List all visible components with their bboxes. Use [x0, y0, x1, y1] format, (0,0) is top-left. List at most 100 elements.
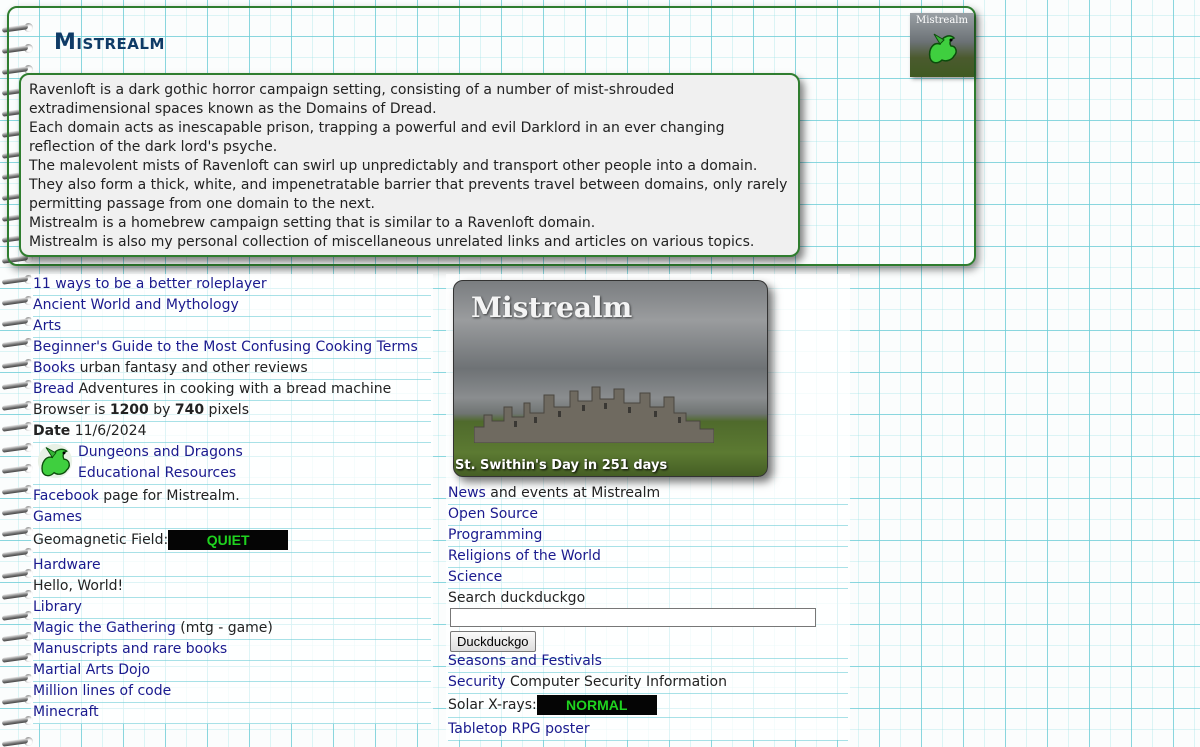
ring-wire — [1, 360, 29, 369]
browser-height: 740 — [174, 402, 205, 418]
link-magic-gathering[interactable]: Magic the Gathering — [33, 620, 176, 636]
search-input[interactable] — [450, 608, 816, 627]
link-programming[interactable]: Programming — [448, 527, 542, 543]
bread-description: Adventures in cooking with a bread machi… — [74, 381, 392, 397]
ring-wire — [1, 297, 29, 306]
link-roleplayer[interactable]: 11 ways to be a better roleplayer — [33, 276, 267, 292]
browser-suffix: pixels — [204, 402, 249, 418]
list-item: Million lines of code — [33, 681, 431, 703]
ring-wire — [1, 570, 29, 579]
logo-text: Mistrealm — [916, 15, 968, 26]
solar-xrays-status: Solar X-rays: NORMAL — [448, 693, 848, 718]
ring-wire — [1, 444, 29, 453]
site-header: Mistrealm Mistrealm Ravenloft is a dark … — [7, 6, 976, 266]
list-item: Programming — [448, 525, 848, 547]
list-item: Science — [448, 567, 848, 589]
link-ancient-world[interactable]: Ancient World and Mythology — [33, 297, 239, 313]
browser-prefix: Browser is — [33, 402, 110, 418]
hello-world-text: Hello, World! — [33, 578, 124, 594]
ring-wire — [1, 507, 29, 516]
list-item: Minecraft — [33, 702, 431, 724]
solar-xrays-status-badge: NORMAL — [536, 695, 657, 715]
link-facebook[interactable]: Facebook — [33, 488, 99, 504]
ring-wire — [1, 633, 29, 642]
header-photo: Mistrealm St. Swithin's Day in 251 days — [453, 280, 768, 477]
link-security[interactable]: Security — [448, 674, 506, 690]
list-item: 11 ways to be a better roleplayer — [33, 274, 431, 296]
photo-title: Mistrealm — [471, 291, 633, 324]
list-item: Beginner's Guide to the Most Confusing C… — [33, 337, 431, 359]
ring-wire — [1, 612, 29, 621]
link-books[interactable]: Books — [33, 360, 75, 376]
st-swithins-countdown: St. Swithin's Day in 251 days — [455, 458, 668, 473]
intro-line: Ravenloft is a dark gothic horror campai… — [29, 82, 675, 117]
intro-line: They also form a thick, white, and impen… — [29, 177, 788, 212]
list-item: Seasons and Festivals — [448, 651, 848, 673]
ring-wire — [1, 486, 29, 495]
link-dungeons-dragons[interactable]: Dungeons and Dragons — [78, 442, 243, 463]
magic-description: (mtg - game) — [175, 620, 273, 636]
link-martial-arts[interactable]: Martial Arts Dojo — [33, 662, 150, 678]
link-bread[interactable]: Bread — [33, 381, 74, 397]
intro-line: The malevolent mists of Ravenloft can sw… — [29, 158, 758, 174]
list-item: Magic the Gathering (mtg - game) — [33, 618, 431, 640]
intro-text-box: Ravenloft is a dark gothic horror campai… — [19, 73, 800, 257]
security-description: Computer Security Information — [505, 674, 727, 690]
link-library[interactable]: Library — [33, 599, 82, 615]
intro-line: Mistrealm is also my personal collection… — [29, 234, 755, 250]
ring-wire — [1, 717, 29, 726]
ring-hole — [24, 737, 33, 746]
link-minecraft[interactable]: Minecraft — [33, 704, 99, 720]
spiral-ring — [1, 736, 36, 747]
right-link-column: Mistrealm St. Swithin's Day in 251 days … — [446, 274, 850, 741]
link-manuscripts[interactable]: Manuscripts and rare books — [33, 641, 227, 657]
news-description: and events at Mistrealm — [485, 485, 661, 501]
link-hardware[interactable]: Hardware — [33, 557, 101, 573]
geomagnetic-status-badge: QUIET — [168, 530, 289, 550]
link-arts[interactable]: Arts — [33, 318, 61, 334]
link-games[interactable]: Games — [33, 509, 82, 525]
ring-wire — [1, 339, 29, 348]
browser-size-info: Browser is 1200 by 740 pixels — [33, 400, 431, 422]
list-item: Arts — [33, 316, 431, 338]
list-item: Religions of the World — [448, 546, 848, 568]
site-title: Mistrealm — [54, 30, 165, 55]
dragon-icon — [37, 443, 73, 479]
browser-width: 1200 — [109, 402, 149, 418]
link-open-source[interactable]: Open Source — [448, 506, 538, 522]
solar-xrays-label: Solar X-rays: — [448, 697, 537, 713]
site-logo[interactable]: Mistrealm — [910, 13, 974, 77]
link-news[interactable]: News — [448, 485, 486, 501]
list-item: Hardware — [33, 555, 431, 577]
list-item: Manuscripts and rare books — [33, 639, 431, 661]
link-religions[interactable]: Religions of the World — [448, 548, 601, 564]
link-seasons-festivals[interactable]: Seasons and Festivals — [448, 653, 602, 669]
ring-wire — [1, 402, 29, 411]
list-item: Tabletop RPG poster — [448, 719, 848, 741]
link-cooking-terms[interactable]: Beginner's Guide to the Most Confusing C… — [33, 339, 418, 355]
list-item: Books urban fantasy and other reviews — [33, 358, 431, 380]
link-tabletop-rpg[interactable]: Tabletop RPG poster — [448, 721, 590, 737]
ring-wire — [1, 696, 29, 705]
ring-wire — [1, 318, 29, 327]
ring-wire — [1, 675, 29, 684]
list-item: Security Computer Security Information — [448, 672, 848, 694]
geomagnetic-field-status: Geomagnetic Field: QUIET — [33, 528, 431, 553]
ring-wire — [1, 423, 29, 432]
intro-line: Each domain acts as inescapable prison, … — [29, 120, 725, 155]
link-science[interactable]: Science — [448, 569, 502, 585]
search-form: Search duckduckgo Duckduckgo — [448, 588, 848, 659]
ring-wire — [1, 381, 29, 390]
list-item: Ancient World and Mythology — [33, 295, 431, 317]
date-info: Date 11/6/2024 — [33, 421, 431, 443]
search-button[interactable]: Duckduckgo — [450, 631, 536, 652]
list-item: Games — [33, 507, 431, 529]
link-educational-resources[interactable]: Educational Resources — [78, 463, 236, 484]
ring-wire — [1, 591, 29, 600]
books-description: urban fantasy and other reviews — [75, 360, 308, 376]
ring-wire — [1, 528, 29, 537]
list-item: Open Source — [448, 504, 848, 526]
list-item: News and events at Mistrealm — [448, 483, 848, 505]
link-million-lines[interactable]: Million lines of code — [33, 683, 171, 699]
ring-wire — [1, 276, 29, 285]
